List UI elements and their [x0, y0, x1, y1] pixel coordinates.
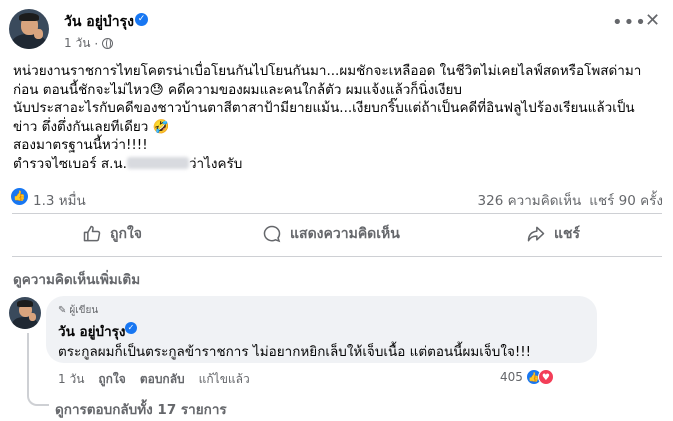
comment-time[interactable]: 1 วัน — [58, 370, 84, 389]
post-stats: 326 ความคิดเห็น แชร์ 90 ครั้ง — [478, 189, 663, 211]
verified-badge-icon: ✓ — [125, 322, 137, 334]
comment-like-button[interactable]: ถูกใจ — [98, 370, 125, 389]
post-line: ข่าว ตึ่งตึ่งกันเลยทีเดียว 🤣 — [13, 118, 170, 135]
post-line-prefix: ตำรวจไซเบอร์ ส.น. — [13, 155, 127, 172]
post-time[interactable]: 1 วัน — [64, 34, 90, 53]
comment-reaction-count: 405 — [500, 370, 523, 384]
post-line: ก่อน ตอนนี้ชักจะไม่ไหว😓 คดีความของผมและค… — [13, 81, 462, 98]
like-label: ถูกใจ — [110, 226, 142, 242]
comment-actions: 1 วัน ถูกใจ ตอบกลับ แก้ไขแล้ว — [58, 370, 250, 389]
post-line: สองมาตรฐานนี้หว่า!!!! — [13, 137, 148, 153]
like-reaction-icon[interactable]: 👍 — [11, 188, 28, 205]
globe-icon — [102, 38, 114, 49]
divider — [12, 213, 662, 214]
shares-count[interactable]: แชร์ 90 ครั้ง — [589, 189, 663, 211]
close-icon[interactable]: ✕ — [645, 10, 660, 31]
author-badge-label: ผู้เขียน — [69, 305, 99, 316]
author-avatar[interactable] — [9, 9, 49, 49]
love-reaction-icon: ♥ — [537, 369, 554, 385]
comment-text: ตระกูลผมก็เป็นตระกูลข้าราชการ ไม่อยากหยิ… — [58, 344, 532, 360]
comment-author[interactable]: วัน อยู่บำรุง — [58, 320, 126, 342]
thumbs-up-icon — [83, 225, 101, 242]
post-line: หน่วยงานราชการไทยโคตรน่าเบื่อโยนกันไปโยน… — [13, 63, 642, 79]
comment-reply-button[interactable]: ตอบกลับ — [140, 370, 185, 389]
divider — [12, 256, 662, 257]
share-arrow-icon — [527, 226, 545, 242]
share-label: แชร์ — [554, 226, 581, 242]
post-meta: 1 วัน · — [64, 34, 114, 53]
comment-button[interactable]: แสดงความคิดเห็น — [262, 223, 400, 245]
share-button[interactable]: แชร์ — [526, 223, 580, 245]
commenter-avatar[interactable] — [9, 297, 41, 329]
more-horizontal-icon[interactable]: ••• — [612, 12, 647, 33]
redacted-text — [126, 156, 189, 169]
comment-edited-label: แก้ไขแล้ว — [198, 372, 250, 386]
post-body: หน่วยงานราชการไทยโคตรน่าเบื่อโยนกันไปโยน… — [13, 62, 663, 173]
more-comments-link[interactable]: ดูความคิดเห็นเพิ่มเติม — [13, 268, 140, 290]
author-name[interactable]: วัน อยู่บำรุง — [64, 11, 134, 33]
post-line-last: ตำรวจไซเบอร์ ส.น. ว่าไงครับ — [13, 155, 663, 174]
comment-bubble-icon — [263, 225, 281, 243]
pen-icon: ✎ — [58, 305, 67, 316]
comments-count[interactable]: 326 ความคิดเห็น — [478, 189, 582, 211]
comment-reactions[interactable]: 405 👍 ♥ — [500, 369, 554, 385]
post-line: นับประสาอะไรกับคดีของชาวบ้านตาสีตาสาป้าม… — [13, 100, 635, 116]
comment-label: แสดงความคิดเห็น — [290, 226, 400, 242]
verified-badge-icon: ✓ — [135, 13, 148, 26]
view-replies-link[interactable]: ดูการตอบกลับทั้ง 17 รายการ — [55, 398, 227, 420]
author-badge: ✎ ผู้เขียน — [58, 303, 98, 318]
like-button[interactable]: ถูกใจ — [82, 223, 142, 245]
reactions-count[interactable]: 1.3 หมื่น — [33, 189, 86, 211]
post-line-suffix: ว่าไงครับ — [188, 155, 243, 172]
